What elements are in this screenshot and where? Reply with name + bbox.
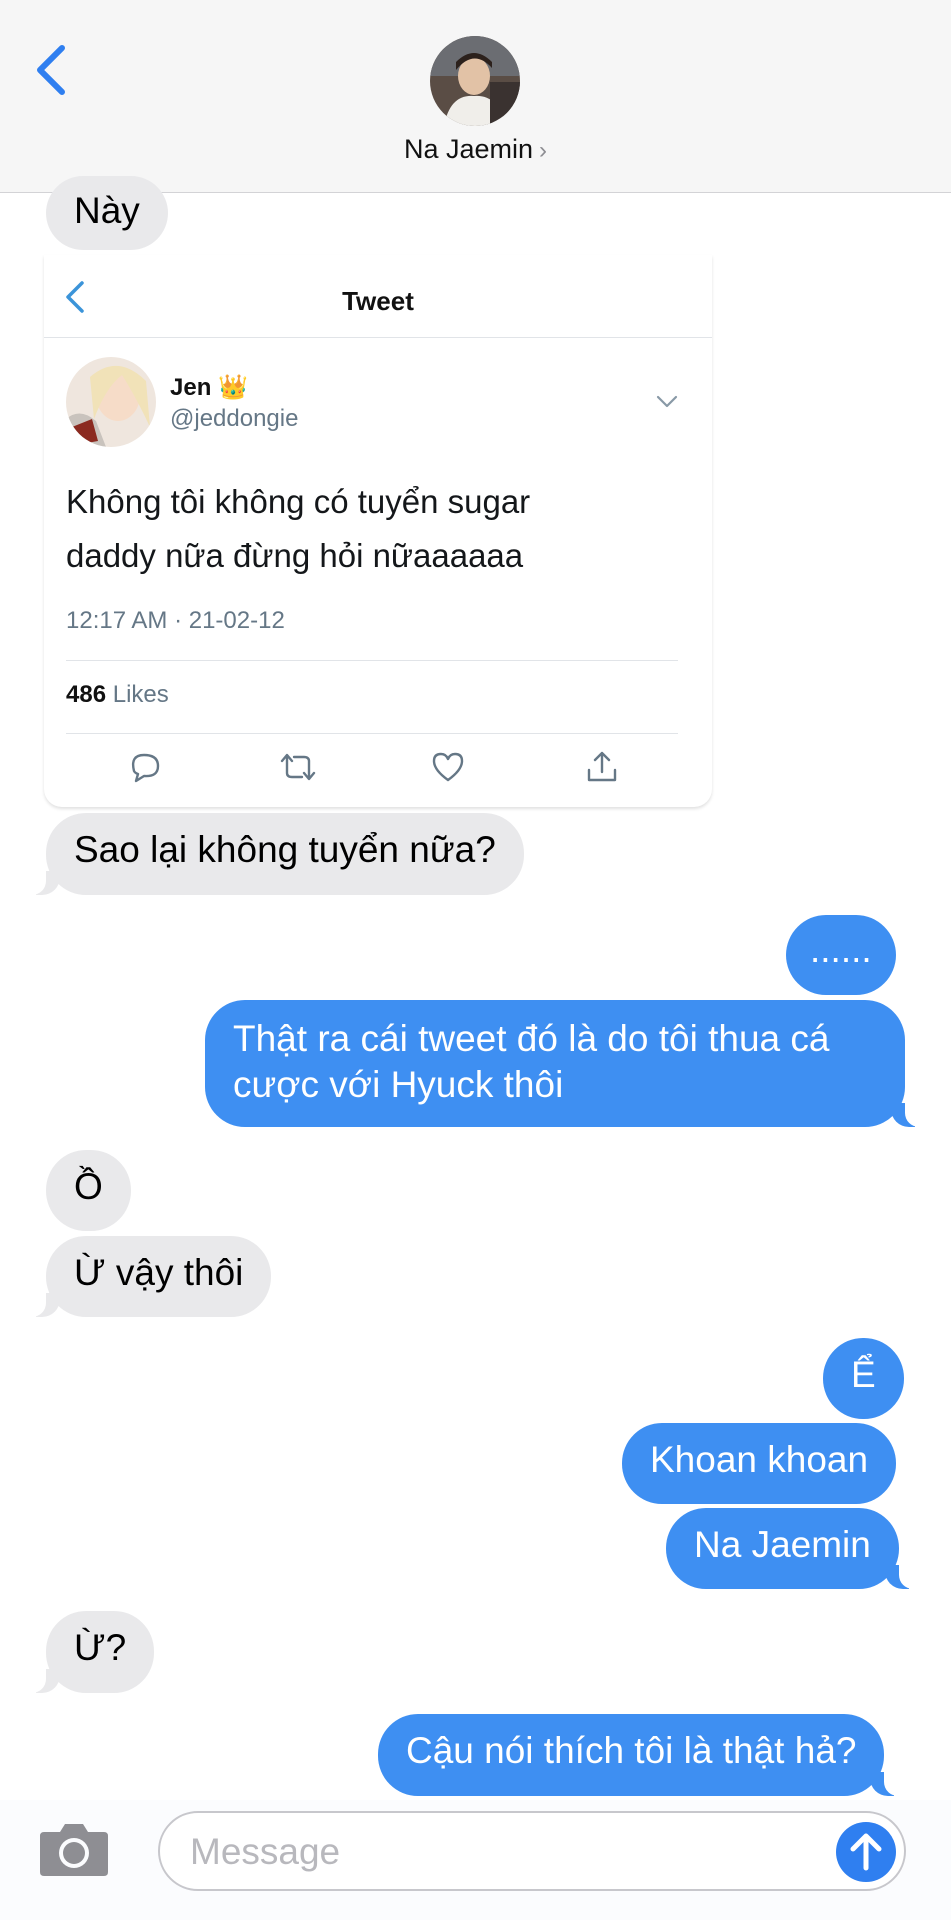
message-bubble-incoming: Ừ? bbox=[23, 1611, 155, 1693]
message-text: Cậu nói thích tôi là thật hả? bbox=[406, 1730, 857, 1771]
send-button[interactable] bbox=[836, 1822, 896, 1882]
conversation-header: Na Jaemin › bbox=[0, 0, 951, 193]
likes-label: Likes bbox=[112, 681, 169, 708]
tweet-author-handle: @jeddongie bbox=[170, 405, 299, 432]
contact-name: Na Jaemin bbox=[403, 134, 534, 164]
share-icon bbox=[587, 751, 617, 782]
message-input[interactable] bbox=[188, 1823, 832, 1881]
divider bbox=[66, 733, 678, 734]
message-text: ...... bbox=[810, 929, 872, 970]
likes-count: 486 bbox=[66, 681, 107, 708]
chevron-right-icon: › bbox=[539, 137, 548, 164]
back-chevron-icon[interactable] bbox=[30, 40, 80, 100]
message-text: Na Jaemin bbox=[694, 1524, 871, 1565]
message-text: Sao lại không tuyển nữa? bbox=[74, 829, 496, 870]
message-bubble-incoming: Ừ vậy thôi bbox=[23, 1236, 272, 1317]
chevron-down-icon bbox=[656, 395, 678, 408]
message-text: Ừ vậy thôi bbox=[74, 1252, 244, 1293]
message-bubble-outgoing: Na Jaemin bbox=[666, 1508, 921, 1589]
message-text: Khoan khoan bbox=[650, 1439, 869, 1480]
tweet-likes: 486 Likes bbox=[66, 681, 169, 709]
crown-icon: 👑 bbox=[218, 374, 248, 401]
message-input-field[interactable] bbox=[158, 1811, 906, 1891]
contact-name-button[interactable]: Na Jaemin › bbox=[0, 134, 951, 165]
like-icon bbox=[432, 752, 464, 782]
message-text: Này bbox=[74, 190, 140, 231]
divider bbox=[66, 660, 678, 661]
tweet-text: Không tôi không có tuyển sugar daddy nữa… bbox=[66, 483, 531, 574]
tweet-author-name: Jen 👑 bbox=[170, 374, 248, 401]
reply-icon bbox=[131, 753, 160, 783]
tweet-timestamp: 12:17 AM · 21-02-12 bbox=[66, 607, 285, 634]
tweet-author-avatar bbox=[66, 357, 156, 447]
message-bubble-outgoing: Khoan khoan bbox=[622, 1423, 897, 1504]
message-bubble-outgoing: ...... bbox=[786, 915, 896, 995]
tweet-screenshot-image[interactable]: Tweet Jen 👑 @jeddongie Không tôi không c… bbox=[44, 255, 712, 807]
message-bubble-outgoing: Thật ra cái tweet đó là do tôi thua cá c… bbox=[205, 1000, 927, 1127]
contact-avatar[interactable] bbox=[430, 36, 520, 126]
message-bubble-incoming: Sao lại không tuyển nữa? bbox=[24, 813, 524, 895]
retweet-icon bbox=[280, 753, 316, 781]
message-bubble-outgoing: Cậu nói thích tôi là thật hả? bbox=[378, 1714, 907, 1796]
tweet-page-title: Tweet bbox=[342, 286, 414, 316]
message-text: Thật ra cái tweet đó là do tôi thua cá c… bbox=[233, 1018, 830, 1105]
message-text: Ừ? bbox=[74, 1627, 127, 1668]
tweet-top-bar: Tweet bbox=[44, 255, 712, 338]
message-text: Ể bbox=[851, 1354, 876, 1395]
arrow-up-icon bbox=[850, 1833, 882, 1871]
message-bubble-outgoing: Ể bbox=[823, 1338, 904, 1419]
message-text: Ồ bbox=[74, 1166, 103, 1207]
message-bubble-incoming: Ồ bbox=[46, 1150, 131, 1231]
camera-icon[interactable] bbox=[38, 1820, 110, 1878]
message-bubble-incoming: Này bbox=[46, 176, 168, 250]
